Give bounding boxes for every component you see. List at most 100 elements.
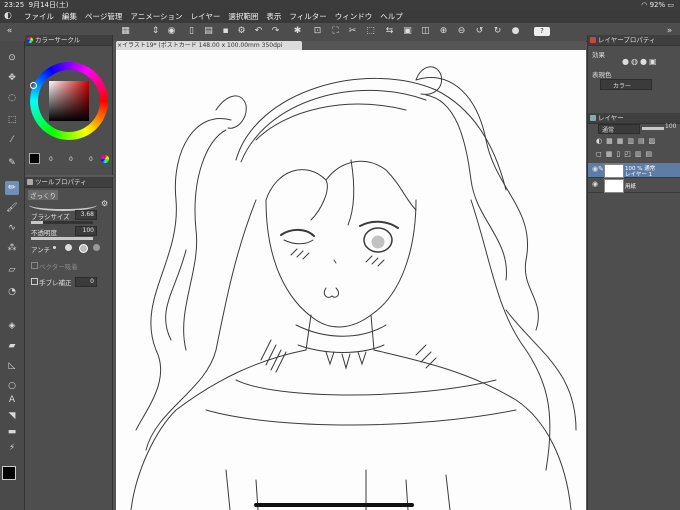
effect-icons[interactable]: ●◍●▣: [622, 57, 659, 66]
collapse-left-icon[interactable]: «: [4, 26, 15, 37]
rotate-left-icon[interactable]: ↺: [474, 26, 485, 37]
current-color-swatch[interactable]: [29, 153, 40, 164]
wifi-icon: ◠: [641, 1, 648, 9]
pencil-tool-icon[interactable]: ✏: [5, 181, 19, 195]
color-mode-icon[interactable]: [101, 155, 109, 163]
decoration-tool-icon[interactable]: ⁂: [5, 241, 19, 255]
layer-opacity-slider[interactable]: [642, 127, 664, 130]
layer-property-icon: [590, 37, 596, 43]
menu-window[interactable]: ウィンドウ: [335, 10, 373, 23]
gradient-tool-icon[interactable]: ▰: [5, 339, 19, 353]
menu-view[interactable]: 表示: [266, 10, 281, 23]
eye-view-icon[interactable]: ◉: [166, 26, 177, 37]
stabilization-value[interactable]: 0: [75, 277, 97, 287]
brightness-value: 0: [89, 156, 93, 163]
stabilization-checkbox[interactable]: [31, 278, 38, 285]
flip-icon[interactable]: ⇆: [384, 26, 395, 37]
app-logo-icon[interactable]: ◐: [4, 10, 16, 23]
selection-tool-icon[interactable]: ⬚: [5, 113, 19, 127]
display-color-select[interactable]: カラー: [600, 79, 652, 90]
opacity-slider[interactable]: [31, 237, 93, 240]
ruler-tool-icon[interactable]: ○: [5, 379, 19, 393]
layer-property-title: レイヤープロパティ: [598, 36, 656, 44]
menu-animation[interactable]: アニメーション: [130, 10, 182, 23]
balloon-tool-icon[interactable]: ◥: [5, 409, 19, 423]
open-file-icon[interactable]: ▤: [203, 26, 214, 37]
color-swatch-row: 0 0 0: [27, 153, 111, 167]
eraser-tool-icon[interactable]: ▱: [5, 263, 19, 277]
deselect-icon[interactable]: ⛶: [330, 26, 341, 37]
zoom-out-icon[interactable]: ⊖: [456, 26, 467, 37]
status-time: 23:25: [4, 1, 25, 9]
saturation-value-square[interactable]: [49, 81, 89, 121]
fill-selection-icon[interactable]: ⬚: [365, 26, 376, 37]
crop-icon[interactable]: ✂: [347, 26, 358, 37]
antialias-options[interactable]: [53, 243, 105, 253]
layer-property-header[interactable]: レイヤープロパティ: [588, 35, 680, 46]
layer-panel-title: レイヤー: [598, 114, 624, 122]
menu-bar: ◐ ファイル 編集 ページ管理 アニメーション レイヤー 選択範囲 表示 フィル…: [0, 10, 680, 23]
color-panel-title: カラーサークル: [35, 36, 81, 44]
paper-visibility-icon[interactable]: ◉: [592, 180, 598, 188]
grid-menu-icon[interactable]: ▦: [120, 26, 131, 37]
scroll-icon[interactable]: ⇕: [150, 26, 161, 37]
opacity-label: 不透明度: [31, 229, 57, 237]
close-document-icon[interactable]: ×: [117, 41, 122, 50]
menu-selection[interactable]: 選択範囲: [228, 10, 258, 23]
settings-icon[interactable]: ⚙: [236, 26, 247, 37]
layer-row-1[interactable]: ◉ ✎ 100 % 通常 レイヤー 1: [588, 163, 680, 178]
correct-line-tool-icon[interactable]: ⚡: [5, 441, 19, 455]
transform-icon[interactable]: ⊡: [312, 26, 323, 37]
zoom-tool-icon[interactable]: ⊙: [5, 51, 19, 65]
pen-tool-icon[interactable]: ✎: [5, 156, 19, 170]
airbrush-tool-icon[interactable]: ∿: [5, 221, 19, 235]
layer-tool-icons-row2[interactable]: ◻▦▯◰▥▤: [596, 150, 656, 158]
opacity-value[interactable]: 100: [75, 226, 97, 236]
menu-layer[interactable]: レイヤー: [191, 10, 221, 23]
menu-help[interactable]: ヘルプ: [380, 10, 403, 23]
color-wheel-icon: [27, 37, 33, 43]
hue-value: 0: [49, 156, 53, 163]
color-panel-header[interactable]: カラーサークル: [25, 35, 112, 46]
rotate-right-icon[interactable]: ↻: [492, 26, 503, 37]
drawing-canvas[interactable]: [116, 50, 586, 510]
main-color-swatch[interactable]: [2, 466, 16, 480]
figure-tool-icon[interactable]: ◺: [5, 359, 19, 373]
document-tab[interactable]: × イラスト19* (ポストカード 148.00 x 100.00mm 350d…: [116, 41, 302, 58]
select-all-icon[interactable]: ▣: [402, 26, 413, 37]
brush-size-value[interactable]: 3.68: [75, 210, 97, 220]
invert-icon[interactable]: ◫: [420, 26, 431, 37]
layer-opacity-value: 100: [665, 123, 677, 130]
undo-icon[interactable]: ↶: [253, 26, 264, 37]
record-icon[interactable]: ●: [510, 26, 521, 37]
hue-marker[interactable]: [30, 82, 37, 89]
zoom-in-icon[interactable]: ⊕: [438, 26, 449, 37]
lasso-tool-icon[interactable]: ◌: [5, 91, 19, 105]
vector-snap-checkbox[interactable]: [31, 262, 38, 269]
brush-size-slider[interactable]: [31, 221, 93, 224]
save-icon[interactable]: ▪: [220, 26, 231, 37]
brush-tool-icon[interactable]: 🖌: [5, 201, 19, 215]
blend-mode-select[interactable]: 通常: [598, 124, 640, 134]
text-tool-icon[interactable]: A: [5, 393, 19, 407]
layer-tool-icons-row1[interactable]: ◐▦▦▥▤▨: [596, 137, 659, 145]
layer-row-paper[interactable]: ◉ 用紙: [588, 178, 680, 193]
menu-page[interactable]: ページ管理: [85, 10, 122, 23]
clear-icon[interactable]: ✱: [292, 26, 303, 37]
blend-mode-value: 通常: [602, 127, 615, 134]
blend-tool-icon[interactable]: ◔: [5, 285, 19, 299]
menu-filter[interactable]: フィルター: [289, 10, 326, 23]
new-file-icon[interactable]: ▯: [186, 26, 197, 37]
brush-settings-icon[interactable]: ⚙: [101, 199, 108, 208]
fill-tool-icon[interactable]: ◈: [5, 319, 19, 333]
brush-size-label: ブラシサイズ: [31, 213, 70, 221]
eyedropper-tool-icon[interactable]: ⁄: [5, 133, 19, 147]
menu-edit[interactable]: 編集: [62, 10, 77, 23]
move-tool-icon[interactable]: ✥: [5, 71, 19, 85]
menu-file[interactable]: ファイル: [24, 10, 54, 23]
tool-property-header[interactable]: ツールプロパティ: [25, 177, 112, 188]
layer-edit-icon[interactable]: ✎: [598, 165, 604, 173]
help-icon[interactable]: ?: [534, 27, 550, 36]
frame-tool-icon[interactable]: ▬: [5, 425, 19, 439]
redo-icon[interactable]: ↷: [270, 26, 281, 37]
